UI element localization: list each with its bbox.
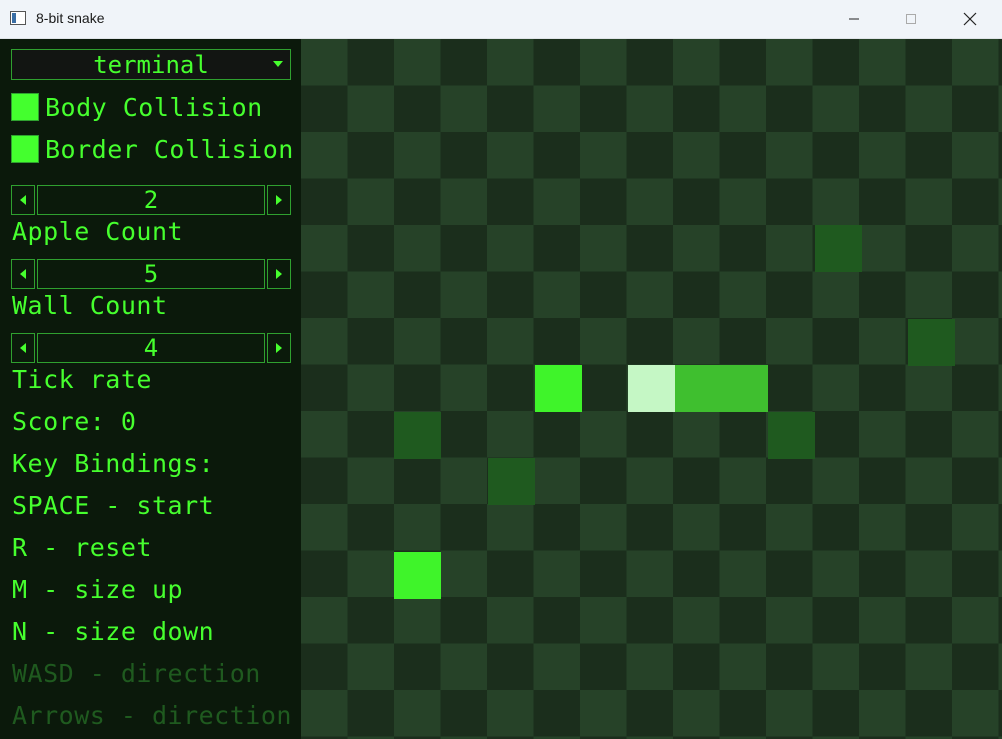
- border-collision-label: Border Collision: [45, 134, 294, 164]
- snake-body-cell: [721, 365, 769, 413]
- minimize-icon: [849, 18, 859, 20]
- wall-count-spinner: 5: [11, 259, 291, 289]
- tick-rate-label: Tick rate: [12, 365, 152, 394]
- arrow-left-icon: [20, 343, 26, 353]
- binding-arrows: Arrows - direction: [12, 701, 292, 730]
- close-button[interactable]: [942, 0, 998, 38]
- snake-body-cell: [674, 365, 722, 413]
- border-collision-row[interactable]: Border Collision: [11, 133, 294, 165]
- apple-count-decrement-button[interactable]: [11, 185, 35, 215]
- close-icon: [963, 12, 977, 26]
- wall-count-increment-button[interactable]: [267, 259, 291, 289]
- window-title: 8-bit snake: [36, 10, 105, 26]
- wall-cell: [768, 411, 815, 459]
- binding-start: SPACE - start: [12, 491, 215, 520]
- chevron-down-icon: [273, 61, 283, 67]
- wall-cell: [487, 458, 535, 506]
- wall-count-value[interactable]: 5: [37, 259, 265, 289]
- arrow-right-icon: [276, 195, 282, 205]
- body-collision-checkbox[interactable]: [11, 93, 39, 121]
- arrow-right-icon: [276, 343, 282, 353]
- arrow-left-icon: [20, 269, 26, 279]
- apple-cell: [534, 365, 582, 413]
- apple-count-value[interactable]: 2: [37, 185, 265, 215]
- maximize-button[interactable]: [883, 0, 939, 38]
- theme-dropdown-value: terminal: [93, 50, 209, 79]
- wall-cell: [814, 225, 862, 273]
- score-label: Score: 0: [12, 407, 137, 436]
- theme-dropdown[interactable]: terminal: [11, 49, 291, 80]
- arrow-left-icon: [20, 195, 26, 205]
- wall-count-label: Wall Count: [12, 291, 168, 320]
- title-bar: 8-bit snake: [0, 0, 1002, 39]
- body-collision-row[interactable]: Body Collision: [11, 91, 263, 123]
- tick-rate-increment-button[interactable]: [267, 333, 291, 363]
- settings-sidebar: terminal Body Collision Border Collision…: [0, 39, 301, 739]
- apple-cell: [394, 551, 442, 599]
- binding-size-up: M - size up: [12, 575, 184, 604]
- border-collision-checkbox[interactable]: [11, 135, 39, 163]
- key-bindings-heading: Key Bindings:: [12, 449, 215, 478]
- apple-count-increment-button[interactable]: [267, 185, 291, 215]
- apple-count-label: Apple Count: [12, 217, 184, 246]
- app-window: 8-bit snake terminal Body Collision Bord…: [0, 0, 1002, 739]
- snake-head-cell: [627, 365, 675, 413]
- body-collision-label: Body Collision: [45, 92, 263, 122]
- binding-wasd: WASD - direction: [12, 659, 261, 688]
- apple-count-spinner: 2: [11, 185, 291, 215]
- game-board[interactable]: [301, 39, 1002, 739]
- binding-size-down: N - size down: [12, 617, 215, 646]
- app-icon: [10, 11, 26, 25]
- binding-reset: R - reset: [12, 533, 152, 562]
- tick-rate-decrement-button[interactable]: [11, 333, 35, 363]
- minimize-button[interactable]: [826, 0, 882, 38]
- maximize-icon: [906, 14, 916, 24]
- tick-rate-spinner: 4: [11, 333, 291, 363]
- wall-cell: [394, 411, 442, 459]
- arrow-right-icon: [276, 269, 282, 279]
- wall-cell: [908, 318, 956, 366]
- wall-count-decrement-button[interactable]: [11, 259, 35, 289]
- tick-rate-value[interactable]: 4: [37, 333, 265, 363]
